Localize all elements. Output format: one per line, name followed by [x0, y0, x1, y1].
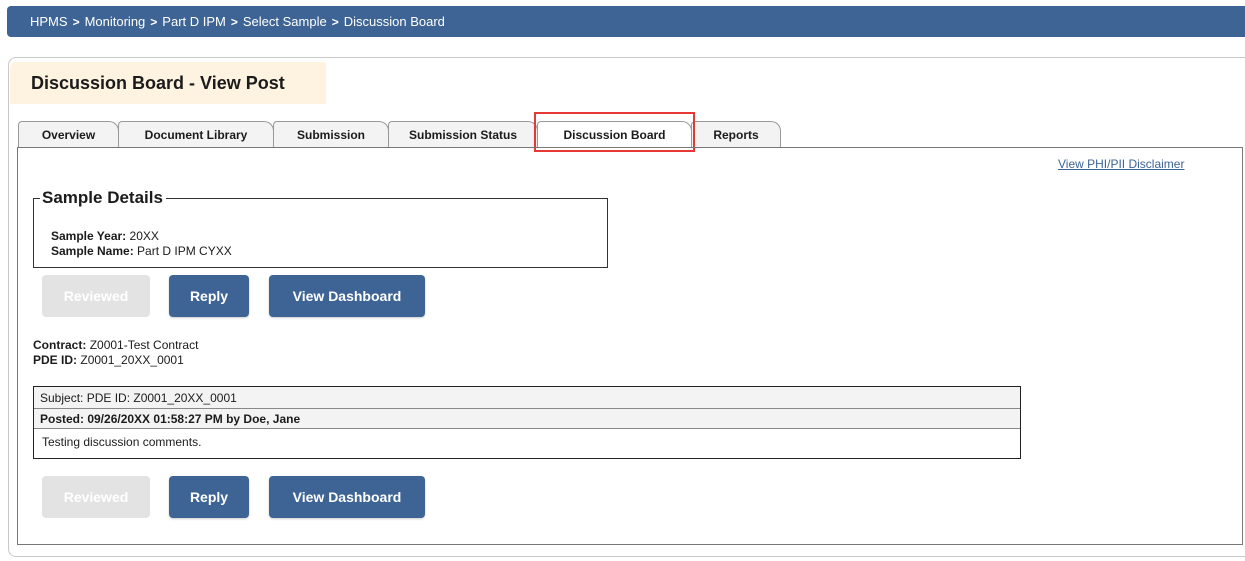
view-dashboard-button[interactable]: View Dashboard — [269, 275, 425, 317]
sample-year-label: Sample Year: — [51, 229, 127, 243]
chevron-right-icon: > — [331, 14, 339, 29]
pde-id-value: Z0001_20XX_0001 — [80, 353, 184, 367]
tab-overview[interactable]: Overview — [18, 121, 119, 147]
contract-label: Contract: — [33, 338, 87, 352]
sample-name: Sample Name: Part D IPM CYXX — [51, 244, 232, 258]
post-table: Subject: PDE ID: Z0001_20XX_0001 Posted:… — [33, 386, 1021, 459]
breadcrumb-monitoring[interactable]: Monitoring — [85, 14, 146, 29]
breadcrumb-hpms[interactable]: HPMS — [30, 14, 68, 29]
tab-discussion-board[interactable]: Discussion Board — [537, 121, 692, 148]
reviewed-button-bottom[interactable]: Reviewed — [42, 476, 150, 518]
pde-id-line: PDE ID: Z0001_20XX_0001 — [33, 353, 184, 367]
post-subject: Subject: PDE ID: Z0001_20XX_0001 — [34, 387, 1020, 409]
reviewed-button[interactable]: Reviewed — [42, 275, 150, 317]
breadcrumb-discussion-board: Discussion Board — [343, 14, 445, 29]
contract-line: Contract: Z0001-Test Contract — [33, 338, 198, 352]
chevron-right-icon: > — [230, 14, 238, 29]
tab-reports[interactable]: Reports — [691, 121, 781, 147]
tab-document-library[interactable]: Document Library — [118, 121, 274, 147]
breadcrumb: HPMS > Monitoring > Part D IPM > Select … — [7, 6, 1245, 37]
sample-name-value: Part D IPM CYXX — [137, 244, 232, 258]
sample-details-legend: Sample Details — [40, 188, 166, 208]
reply-button[interactable]: Reply — [169, 275, 249, 317]
tab-submission-status[interactable]: Submission Status — [388, 121, 538, 147]
sample-year-value: 20XX — [129, 229, 159, 243]
chevron-right-icon: > — [72, 14, 80, 29]
page-title: Discussion Board - View Post — [10, 62, 326, 104]
tab-submission[interactable]: Submission — [273, 121, 389, 147]
reply-button-bottom[interactable]: Reply — [169, 476, 249, 518]
breadcrumb-part-d-ipm[interactable]: Part D IPM — [162, 14, 226, 29]
sample-year: Sample Year: 20XX — [51, 229, 159, 243]
phi-pii-disclaimer-link[interactable]: View PHI/PII Disclaimer — [1058, 157, 1184, 171]
contract-value: Z0001-Test Contract — [89, 338, 199, 352]
sample-name-label: Sample Name: — [51, 244, 134, 258]
pde-id-label: PDE ID: — [33, 353, 78, 367]
chevron-right-icon: > — [150, 14, 158, 29]
breadcrumb-select-sample[interactable]: Select Sample — [243, 14, 327, 29]
post-body: Testing discussion comments. — [42, 435, 202, 449]
view-dashboard-button-bottom[interactable]: View Dashboard — [269, 476, 425, 518]
post-posted: Posted: 09/26/20XX 01:58:27 PM by Doe, J… — [34, 409, 1020, 429]
